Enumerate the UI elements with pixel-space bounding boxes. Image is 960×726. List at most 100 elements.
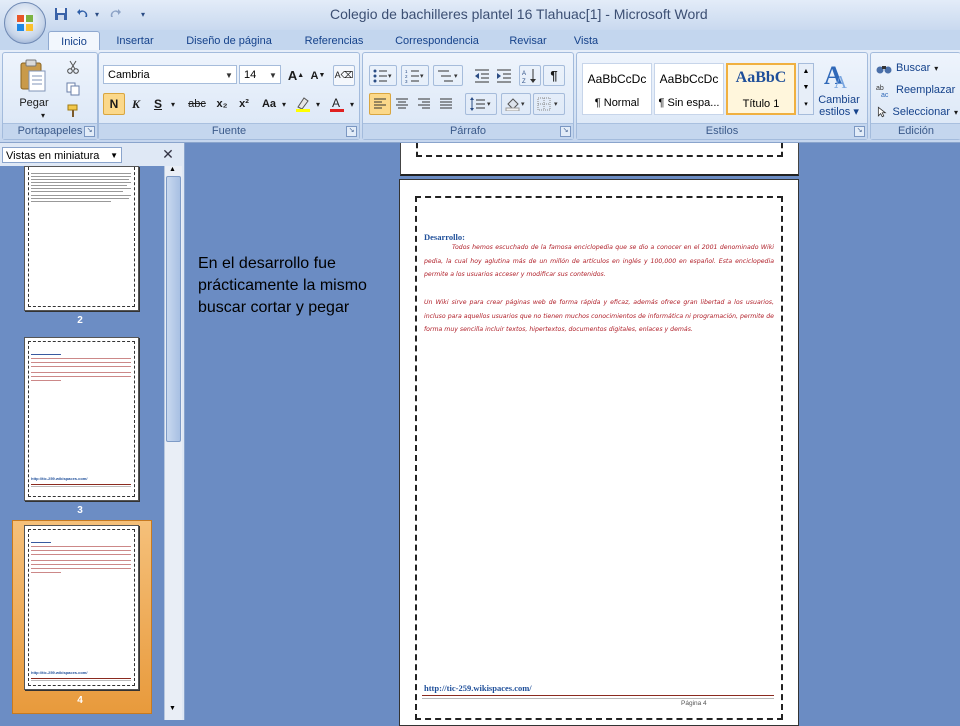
change-styles-label-2: estilos ▾	[819, 106, 859, 118]
tab-referencias[interactable]: Referencias	[296, 31, 372, 50]
redo-icon[interactable]	[106, 6, 124, 22]
font-size-combo[interactable]: 14 ▼	[239, 65, 281, 84]
chevron-up-icon[interactable]: ▲	[799, 64, 813, 80]
underline-button[interactable]: S	[147, 93, 169, 115]
style-no-spacing[interactable]: AaBbCcDc ¶ Sin espa...	[654, 63, 724, 115]
style-heading-1[interactable]: AaBbC Título 1	[726, 63, 796, 115]
change-case-button[interactable]: Aa	[257, 93, 281, 115]
style-normal[interactable]: AaBbCcDc ¶ Normal	[582, 63, 652, 115]
styles-scroll[interactable]: ▲ ▼ ▾	[798, 63, 814, 115]
cut-icon[interactable]	[63, 57, 83, 77]
show-formatting-marks-icon[interactable]: ¶	[543, 65, 565, 86]
thumbnail-page-3[interactable]: http://tic-259.wikispaces.com/	[24, 337, 139, 501]
chevron-up-icon[interactable]: ▲	[166, 166, 179, 176]
body-paragraph-2[interactable]: Un Wiki sirve para crear páginas web de …	[424, 296, 774, 337]
more-styles-icon[interactable]: ▾	[799, 96, 813, 113]
change-case-dropdown-icon[interactable]: ▾	[279, 93, 289, 115]
tab-revisar[interactable]: Revisar	[502, 31, 554, 50]
strikethrough-button[interactable]: abc	[183, 93, 211, 115]
tab-diseno-pagina[interactable]: Diseño de página	[176, 31, 282, 50]
paste-button[interactable]: Pegar	[13, 95, 55, 111]
styles-group-label: Estilos	[577, 123, 867, 139]
style-preview: AaBbCcDc	[587, 72, 647, 86]
tab-correspondencia[interactable]: Correspondencia	[386, 31, 488, 50]
superscript-button[interactable]: x²	[233, 93, 255, 115]
undo-icon[interactable]	[74, 6, 92, 22]
decrease-indent-icon[interactable]	[471, 65, 493, 86]
shrink-font-icon[interactable]: A ▼	[307, 65, 329, 86]
body-paragraph-1[interactable]: Todos hemos escuchado de la famosa encic…	[424, 241, 774, 282]
font-name-value: Cambria	[108, 69, 150, 81]
paragraph-dialog-launcher-icon[interactable]: ↘	[560, 126, 571, 137]
styles-dialog-launcher-icon[interactable]: ↘	[854, 126, 865, 137]
style-preview: AaBbC	[735, 69, 787, 86]
clipboard-group-label: Portapapeles	[3, 123, 97, 139]
thumbnail-page-2[interactable]	[24, 166, 139, 311]
italic-button[interactable]: K	[125, 93, 147, 115]
footer-link[interactable]: http://tic-259.wikispaces.com/	[424, 683, 532, 693]
line-spacing-icon[interactable]: ▾	[465, 93, 497, 115]
save-icon[interactable]	[52, 6, 70, 22]
paste-dropdown-icon[interactable]: ▾	[37, 109, 49, 121]
svg-text:A: A	[522, 71, 526, 77]
select-button[interactable]: Seleccionar ▾	[875, 101, 959, 123]
chevron-down-icon[interactable]: ▼	[266, 66, 280, 83]
find-button[interactable]: Buscar ▾	[875, 57, 959, 79]
tab-insertar[interactable]: Insertar	[108, 31, 162, 50]
font-name-combo[interactable]: Cambria ▼	[103, 65, 237, 84]
chevron-down-icon[interactable]: ▼	[799, 80, 813, 96]
subscript-button[interactable]: x₂	[211, 93, 233, 115]
bullets-icon[interactable]: ▾	[369, 65, 397, 86]
change-styles-button[interactable]: Cambiar estilos ▾	[814, 94, 864, 118]
justify-icon[interactable]	[435, 93, 457, 115]
clear-format-icon[interactable]: A⌫	[333, 65, 355, 86]
change-styles-icon[interactable]: AA	[820, 58, 856, 92]
sort-icon[interactable]: AZ	[519, 65, 541, 86]
thumbnail-scrollbar-thumb[interactable]	[166, 176, 181, 442]
bold-button[interactable]: N	[103, 93, 125, 115]
borders-icon[interactable]: ▾	[533, 93, 565, 115]
chevron-down-icon[interactable]: ▾	[954, 108, 958, 117]
font-color-dropdown-icon[interactable]: ▾	[347, 93, 357, 115]
close-icon[interactable]: ✕	[161, 146, 175, 162]
thumbnail-page-number: 4	[77, 695, 83, 706]
align-left-icon[interactable]	[369, 93, 391, 115]
replace-label: Reemplazar	[896, 84, 956, 96]
thumbnail-page-4[interactable]: http://tic-259.wikispaces.com/	[24, 525, 139, 690]
tab-inicio[interactable]: Inicio	[48, 31, 100, 51]
style-preview: AaBbCcDc	[659, 72, 719, 86]
highlight-icon[interactable]	[291, 93, 315, 115]
thumbnail-view-value: Vistas en miniatura	[6, 150, 100, 162]
highlight-dropdown-icon[interactable]: ▾	[313, 93, 323, 115]
clipboard-dialog-launcher-icon[interactable]: ↘	[84, 126, 95, 137]
align-center-icon[interactable]	[391, 93, 413, 115]
clipboard-icon[interactable]	[17, 59, 47, 93]
office-button[interactable]	[4, 2, 46, 44]
underline-dropdown-icon[interactable]: ▾	[167, 93, 179, 115]
replace-button[interactable]: ab ac Reemplazar	[875, 79, 959, 101]
increase-indent-icon[interactable]	[493, 65, 515, 86]
chevron-down-icon[interactable]: ▾	[934, 64, 938, 73]
thumbnail-link: http://tic-259.wikispaces.com/	[31, 670, 88, 675]
numbering-icon[interactable]: 1 2 3 ▾	[401, 65, 429, 86]
editing-group: Buscar ▾ ab ac Reemplazar Seleccionar ▾ E…	[870, 52, 960, 140]
chevron-down-icon[interactable]: ▼	[166, 705, 179, 717]
align-right-icon[interactable]	[413, 93, 435, 115]
thumbnail-view-select[interactable]: Vistas en miniatura ▼	[2, 147, 122, 163]
thumbnail-border	[28, 529, 135, 686]
shading-icon[interactable]: ▾	[501, 93, 531, 115]
multilevel-list-icon[interactable]: ▾	[433, 65, 463, 86]
copy-icon[interactable]	[63, 79, 83, 99]
grow-font-icon[interactable]: A ▲	[285, 65, 307, 86]
font-color-icon[interactable]: A	[325, 93, 349, 115]
style-name: ¶ Sin espa...	[658, 97, 720, 109]
format-painter-icon[interactable]	[63, 101, 83, 121]
previous-page-border	[416, 143, 783, 157]
undo-dropdown-icon[interactable]: ▾	[92, 6, 102, 22]
chevron-down-icon[interactable]: ▼	[110, 148, 118, 164]
paragraph-group: ▾ 1 2 3 ▾ ▾ AZ ¶ ▾ ▾ ▾ Párrafo ↘	[362, 52, 574, 140]
tab-vista[interactable]: Vista	[566, 31, 606, 50]
font-dialog-launcher-icon[interactable]: ↘	[346, 126, 357, 137]
chevron-down-icon[interactable]: ▼	[222, 66, 236, 83]
customize-toolbar-icon[interactable]: ▾	[138, 6, 148, 22]
